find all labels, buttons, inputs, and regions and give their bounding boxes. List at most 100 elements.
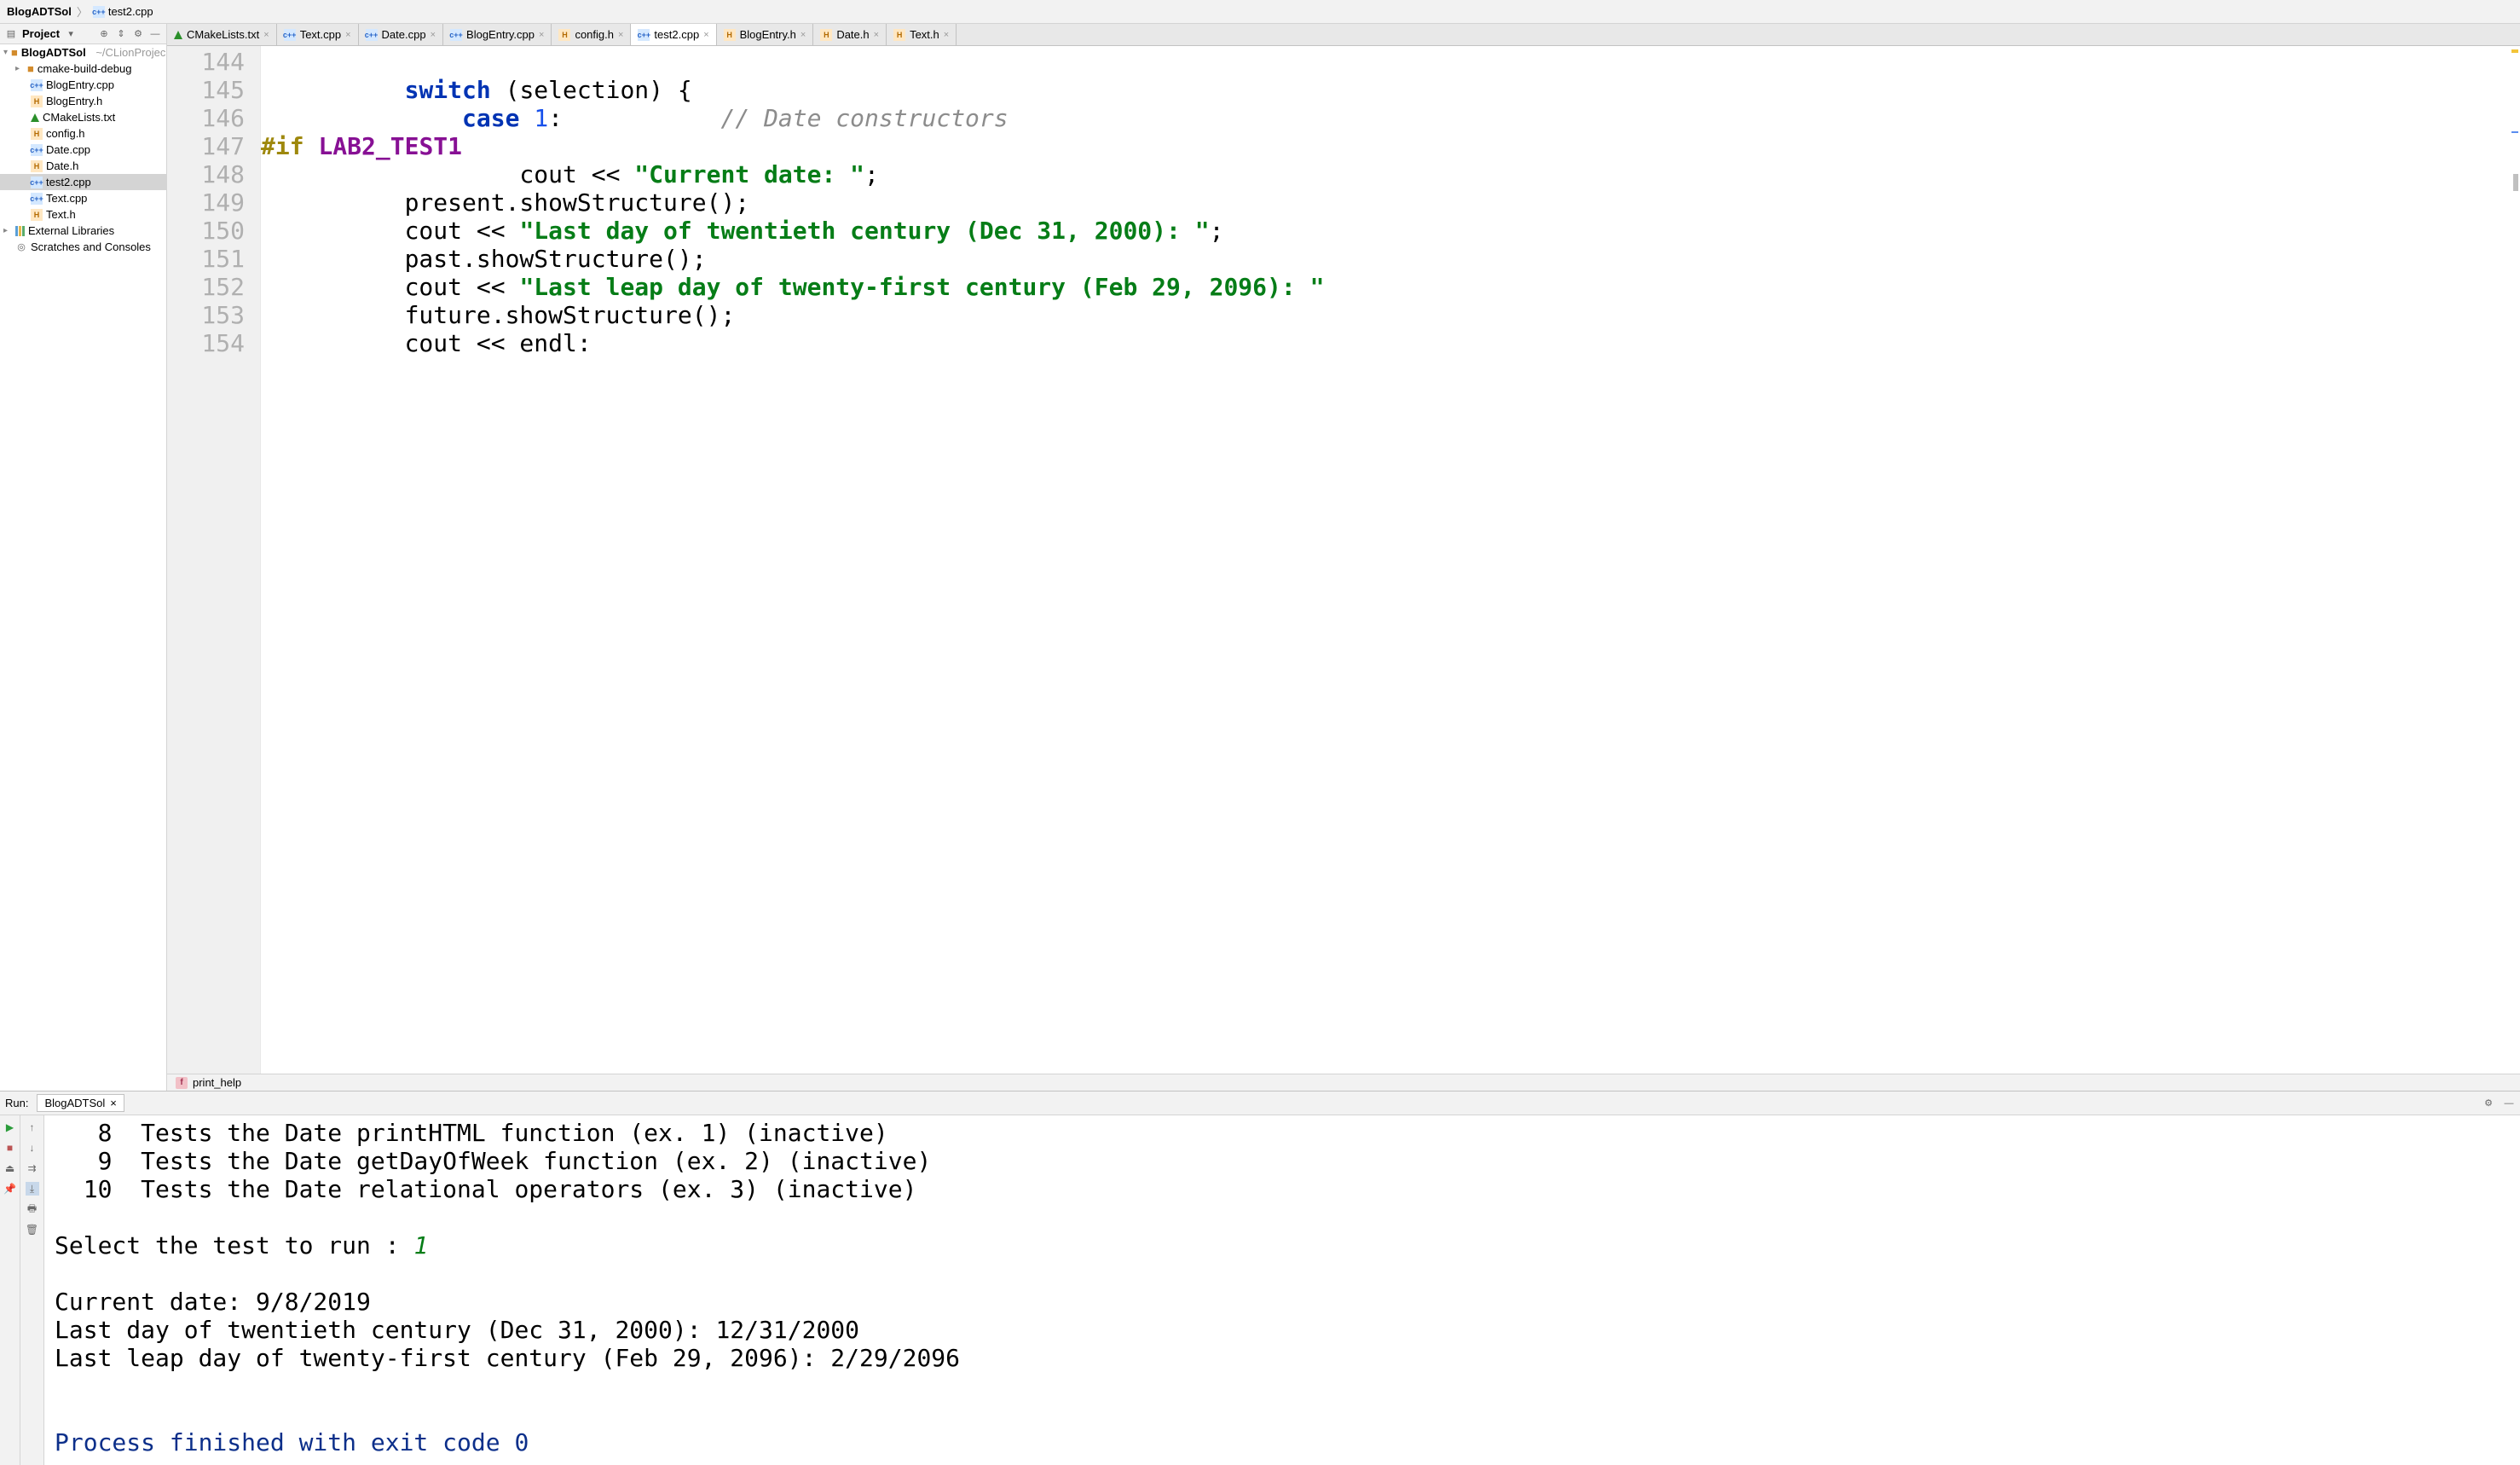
code-line[interactable]: cout << "Current date: "; (261, 160, 2520, 188)
down-icon[interactable]: ↓ (26, 1141, 39, 1155)
close-icon[interactable]: × (944, 30, 949, 40)
console-line: Select the test to run : 1 (55, 1231, 2510, 1259)
line-number-gutter: 144145146147148149150151152153154 (167, 46, 261, 1074)
console-line: 9 Tests the Date getDayOfWeek function (… (55, 1147, 2510, 1175)
close-icon[interactable]: × (431, 30, 436, 40)
code-content[interactable]: switch (selection) { case 1: // Date con… (261, 46, 2520, 1074)
close-icon[interactable]: × (110, 1097, 117, 1109)
tree-item[interactable]: c++Date.cpp (0, 142, 166, 158)
tab-label: BlogEntry.h (740, 28, 796, 41)
console-line: Last leap day of twenty-first century (F… (55, 1344, 2510, 1372)
tree-root-path: ~/CLionProjec (95, 46, 165, 59)
breadcrumb-separator-icon: 〉 (77, 3, 88, 20)
warning-mark-icon[interactable] (2511, 49, 2518, 53)
tree-item[interactable]: c++BlogEntry.cpp (0, 77, 166, 93)
tree-item-label: Text.h (46, 208, 76, 221)
console-line: Last day of twentieth century (Dec 31, 2… (55, 1316, 2510, 1344)
code-line[interactable] (261, 48, 2520, 76)
tree-item[interactable]: CMakeLists.txt (0, 109, 166, 125)
close-icon[interactable]: × (703, 30, 708, 40)
cpp-file-icon: c++ (638, 29, 650, 41)
code-line[interactable]: switch (selection) { (261, 76, 2520, 104)
run-console[interactable]: 8 Tests the Date printHTML function (ex.… (44, 1115, 2520, 1465)
console-line: Process finished with exit code 0 (55, 1428, 2510, 1456)
libraries-icon (15, 226, 25, 236)
editor-tab[interactable]: c++BlogEntry.cpp× (443, 24, 552, 45)
close-icon[interactable]: × (874, 30, 879, 40)
tree-item[interactable]: c++Text.cpp (0, 190, 166, 206)
run-toolbar-secondary: ↑ ↓ ⇉ ⤓ 🖶 🗑 (20, 1115, 44, 1465)
h-file-icon: H (724, 29, 736, 41)
expand-arrow-icon[interactable]: ▸ (3, 226, 12, 235)
collapse-icon[interactable]: ⇕ (115, 28, 127, 40)
breadcrumb-root[interactable]: BlogADTSol (7, 5, 72, 18)
hide-icon[interactable]: — (149, 28, 161, 40)
code-line[interactable]: future.showStructure(); (261, 301, 2520, 329)
code-line[interactable]: past.showStructure(); (261, 245, 2520, 273)
print-icon[interactable]: 🖶 (26, 1202, 39, 1216)
pin-icon[interactable]: 📌 (3, 1182, 17, 1196)
trash-icon[interactable]: 🗑 (26, 1223, 39, 1236)
editor-tab[interactable]: CMakeLists.txt× (167, 24, 277, 45)
editor-marks-stripe[interactable] (2510, 46, 2520, 1074)
exit-icon[interactable]: ⏏ (3, 1161, 17, 1175)
tree-item[interactable]: HBlogEntry.h (0, 93, 166, 109)
cpp-file-icon: c++ (450, 29, 462, 41)
external-libraries[interactable]: ▸ External Libraries (0, 223, 166, 239)
info-mark-icon[interactable] (2511, 131, 2518, 133)
editor-breadcrumb-fn[interactable]: print_help (193, 1076, 241, 1089)
code-editor[interactable]: 144145146147148149150151152153154 switch… (167, 46, 2520, 1074)
scroll-to-end-icon[interactable]: ⤓ (26, 1182, 39, 1196)
breadcrumb-root-label: BlogADTSol (7, 5, 72, 18)
editor-tab[interactable]: H BlogEntry.h × (717, 24, 814, 45)
hide-icon[interactable]: — (2503, 1097, 2515, 1109)
tree-item-label: cmake-build-debug (38, 62, 132, 75)
breadcrumb-file[interactable]: c++ test2.cpp (93, 5, 153, 18)
code-line[interactable]: cout << endl: (261, 329, 2520, 357)
locate-icon[interactable]: ⊕ (98, 28, 110, 40)
scratches-icon: ◎ (15, 241, 27, 253)
editor-tab[interactable]: HText.h× (887, 24, 957, 45)
tree-item-label: test2.cpp (46, 176, 91, 188)
code-line[interactable]: cout << "Last leap day of twenty-first c… (261, 273, 2520, 301)
editor-tab[interactable]: c++Date.cpp× (359, 24, 443, 45)
editor-tab[interactable]: HDate.h× (813, 24, 887, 45)
tree-item[interactable]: ▸■cmake-build-debug (0, 61, 166, 77)
code-line[interactable]: present.showStructure(); (261, 188, 2520, 217)
project-title[interactable]: Project (22, 27, 60, 40)
scroll-thumb[interactable] (2513, 174, 2518, 191)
close-icon[interactable]: × (539, 30, 544, 40)
tree-item[interactable]: HText.h (0, 206, 166, 223)
gear-icon[interactable] (132, 28, 144, 40)
line-number: 149 (167, 188, 245, 217)
tree-item[interactable]: c++test2.cpp (0, 174, 166, 190)
stop-icon[interactable]: ■ (3, 1141, 17, 1155)
editor-tab[interactable]: c++Text.cpp× (277, 24, 359, 45)
editor-tab[interactable]: Hconfig.h× (552, 24, 631, 45)
project-view-icon[interactable]: ▤ (5, 28, 17, 40)
rerun-icon[interactable]: ▶ (3, 1120, 17, 1134)
breadcrumb-file-label: test2.cpp (108, 5, 153, 18)
scratches-consoles[interactable]: ◎ Scratches and Consoles (0, 239, 166, 255)
close-icon[interactable]: × (801, 30, 806, 40)
h-file-icon: H (558, 29, 570, 41)
code-line[interactable]: case 1: // Date constructors (261, 104, 2520, 132)
expand-arrow-icon[interactable]: ▾ (3, 48, 8, 57)
gear-icon[interactable] (2482, 1097, 2494, 1109)
editor-tab[interactable]: c++test2.cpp× (631, 24, 716, 45)
code-line[interactable]: cout << "Last day of twentieth century (… (261, 217, 2520, 245)
tree-root[interactable]: ▾ ■ BlogADTSol ~/CLionProjec (0, 44, 166, 61)
project-tree[interactable]: ▾ ■ BlogADTSol ~/CLionProjec ▸■cmake-bui… (0, 44, 166, 1091)
close-icon[interactable]: × (345, 30, 350, 40)
up-icon[interactable]: ↑ (26, 1120, 39, 1134)
tree-item-label: CMakeLists.txt (43, 111, 115, 124)
tree-item[interactable]: HDate.h (0, 158, 166, 174)
code-line[interactable]: #if LAB2_TEST1 (261, 132, 2520, 160)
tree-item[interactable]: Hconfig.h (0, 125, 166, 142)
expand-arrow-icon[interactable]: ▸ (15, 64, 24, 73)
dropdown-icon[interactable]: ▾ (65, 28, 77, 40)
run-config-tab[interactable]: BlogADTSol × (37, 1094, 124, 1112)
close-icon[interactable]: × (263, 30, 269, 40)
soft-wrap-icon[interactable]: ⇉ (26, 1161, 39, 1175)
close-icon[interactable]: × (618, 30, 623, 40)
